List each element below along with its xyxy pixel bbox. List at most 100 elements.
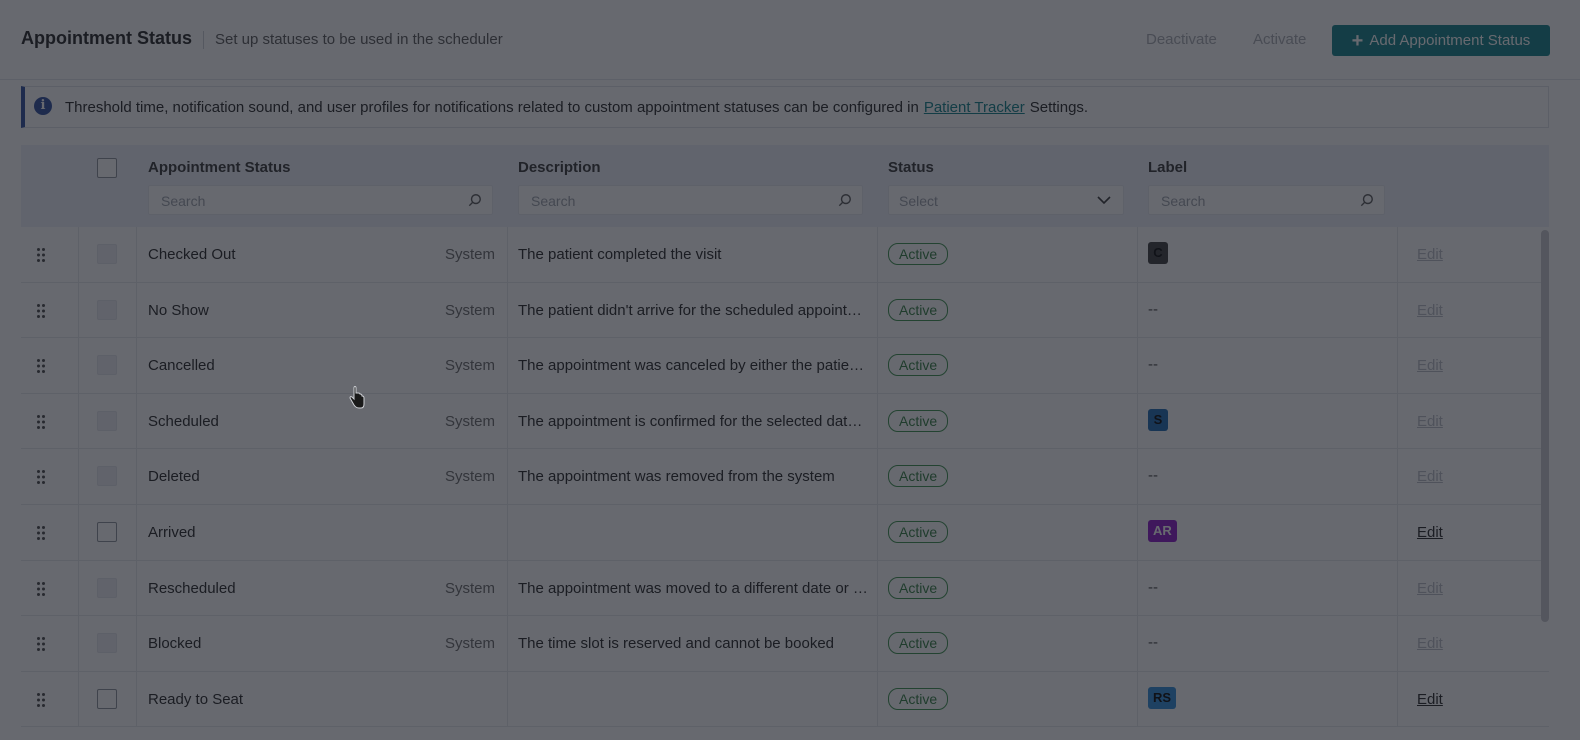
row-checkbox bbox=[97, 577, 117, 598]
label-empty: -- bbox=[1148, 300, 1158, 318]
table-body: Checked Out System The patient completed t… bbox=[21, 227, 1549, 728]
table-scrollbar[interactable] bbox=[1541, 230, 1549, 622]
column-divider bbox=[877, 616, 878, 671]
edit-link[interactable]: Edit bbox=[1417, 580, 1443, 597]
drag-handle-icon[interactable] bbox=[36, 581, 46, 597]
column-divider bbox=[78, 560, 79, 616]
info-banner: i Threshold time, notification sound, an… bbox=[21, 86, 1549, 128]
column-divider bbox=[78, 338, 79, 393]
drag-handle-icon[interactable] bbox=[36, 636, 46, 652]
label-chip: S bbox=[1148, 408, 1168, 431]
column-divider bbox=[507, 338, 508, 393]
column-divider bbox=[136, 671, 137, 727]
table-header: Appointment Status Description Status Se… bbox=[21, 145, 1549, 227]
status-description: The appointment was removed from the sys… bbox=[518, 468, 835, 486]
label-search-input[interactable] bbox=[1159, 192, 1351, 210]
column-divider bbox=[78, 616, 79, 671]
column-divider bbox=[877, 227, 878, 282]
select-all-checkbox[interactable] bbox=[97, 158, 117, 178]
label-chip: C bbox=[1148, 242, 1168, 264]
drag-handle-icon[interactable] bbox=[36, 414, 46, 430]
drag-handle-icon[interactable] bbox=[36, 358, 46, 374]
column-divider bbox=[78, 393, 79, 449]
appointment-status-search[interactable] bbox=[148, 185, 493, 215]
column-header-appointment-status: Appointment Status bbox=[148, 159, 291, 176]
column-divider bbox=[507, 393, 508, 449]
column-divider bbox=[136, 393, 137, 449]
column-divider bbox=[507, 504, 508, 560]
status-type: System bbox=[444, 357, 495, 375]
column-divider bbox=[1397, 393, 1398, 449]
edit-link[interactable]: Edit bbox=[1417, 413, 1443, 430]
column-divider bbox=[877, 282, 878, 338]
status-description: The time slot is reserved and cannot be … bbox=[518, 635, 835, 653]
column-divider bbox=[1137, 616, 1138, 671]
table-row: No Show System The patient didn't arrive f… bbox=[21, 282, 1549, 339]
drag-handle-icon[interactable] bbox=[36, 525, 46, 541]
status-badge: Active bbox=[888, 520, 949, 543]
appointment-status-search-input[interactable] bbox=[159, 192, 438, 210]
column-divider bbox=[1397, 449, 1398, 504]
column-divider bbox=[1397, 338, 1398, 393]
row-checkbox bbox=[97, 410, 117, 431]
column-divider bbox=[78, 671, 79, 727]
drag-handle-icon[interactable] bbox=[36, 247, 46, 263]
status-type: System bbox=[444, 635, 495, 653]
patient-tracker-link[interactable]: Patient Tracker bbox=[924, 99, 1025, 116]
column-divider bbox=[877, 393, 878, 449]
row-checkbox bbox=[97, 299, 117, 320]
row-checkbox[interactable] bbox=[97, 688, 117, 709]
activate-button[interactable]: Activate bbox=[1253, 31, 1306, 48]
label-empty: -- bbox=[1148, 634, 1158, 652]
edit-link[interactable]: Edit bbox=[1417, 691, 1443, 708]
status-description: The appointment was moved to a different… bbox=[518, 579, 868, 597]
label-empty: -- bbox=[1148, 578, 1158, 596]
edit-link[interactable]: Edit bbox=[1417, 246, 1443, 263]
plus-icon: + bbox=[1351, 29, 1364, 52]
description-search[interactable] bbox=[518, 185, 863, 215]
drag-handle-icon[interactable] bbox=[36, 692, 46, 708]
status-name: Ready to Seat bbox=[148, 690, 244, 708]
status-badge: Active bbox=[888, 354, 949, 377]
column-divider bbox=[1397, 282, 1398, 338]
edit-link[interactable]: Edit bbox=[1417, 302, 1443, 319]
row-checkbox bbox=[97, 633, 117, 654]
status-name: Cancelled bbox=[148, 357, 215, 375]
label-empty: -- bbox=[1148, 356, 1158, 374]
status-badge: Active bbox=[888, 409, 949, 432]
drag-handle-icon[interactable] bbox=[36, 303, 46, 319]
add-appointment-status-button[interactable]: + Add Appointment Status bbox=[1332, 25, 1550, 56]
edit-link[interactable]: Edit bbox=[1417, 468, 1443, 485]
column-divider bbox=[136, 282, 137, 338]
column-divider bbox=[507, 227, 508, 282]
search-icon bbox=[838, 194, 851, 207]
column-divider bbox=[136, 616, 137, 671]
table-row: Scheduled System The appointment is confir… bbox=[21, 393, 1549, 450]
status-badge: Active bbox=[888, 298, 949, 321]
drag-handle-icon[interactable] bbox=[36, 469, 46, 485]
status-badge: Active bbox=[888, 632, 949, 655]
column-header-status: Status bbox=[888, 159, 934, 176]
column-divider bbox=[136, 504, 137, 560]
label-search[interactable] bbox=[1148, 185, 1385, 215]
column-divider bbox=[877, 671, 878, 727]
column-divider bbox=[507, 616, 508, 671]
deactivate-button[interactable]: Deactivate bbox=[1146, 31, 1217, 48]
column-divider bbox=[136, 449, 137, 504]
label-empty: -- bbox=[1148, 467, 1158, 485]
status-filter-select[interactable]: Select bbox=[888, 185, 1124, 215]
hand-cursor-icon bbox=[349, 386, 365, 409]
column-divider bbox=[1397, 671, 1398, 727]
description-search-input[interactable] bbox=[529, 192, 808, 210]
edit-link[interactable]: Edit bbox=[1417, 524, 1443, 541]
status-description: The appointment was canceled by either t… bbox=[518, 357, 868, 375]
column-divider bbox=[507, 560, 508, 616]
status-type: System bbox=[444, 468, 495, 486]
status-type: System bbox=[444, 412, 495, 430]
info-text-after: Settings. bbox=[1029, 99, 1089, 116]
row-checkbox[interactable] bbox=[97, 521, 117, 542]
edit-link[interactable]: Edit bbox=[1417, 357, 1443, 374]
status-badge: Active bbox=[888, 243, 949, 265]
table-row: Ready to Seat Active RS Edit bbox=[21, 671, 1549, 728]
edit-link[interactable]: Edit bbox=[1417, 635, 1443, 652]
